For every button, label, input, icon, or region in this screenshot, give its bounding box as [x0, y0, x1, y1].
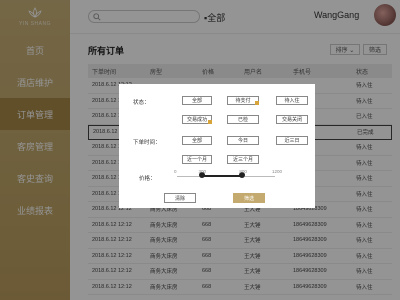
status-option[interactable]: 全部	[182, 96, 212, 105]
time-option[interactable]: 全部	[182, 136, 212, 145]
price-tick-label: 300	[198, 169, 207, 174]
order-time-label: 下单时间：	[133, 140, 161, 146]
status-option[interactable]: 待入住	[276, 96, 308, 105]
time-option[interactable]: 近三日	[276, 136, 308, 145]
filter-modal: 状态： 下单时间： 价格： 清除 筛选 全部 待支付 待入住 交易成功 已检 交易关闭 全部…	[119, 84, 315, 208]
clear-button[interactable]: 清除	[164, 193, 196, 203]
status-option[interactable]: 已检	[227, 115, 259, 124]
status-option[interactable]: 待支付	[227, 96, 259, 105]
price-tick-label: 0	[174, 169, 177, 174]
confirm-filter-button[interactable]: 筛选	[233, 193, 265, 203]
status-option[interactable]: 交易关闭	[276, 115, 308, 124]
price-slider-range	[201, 175, 243, 177]
price-tick-label: 800	[239, 169, 247, 174]
time-option[interactable]: 近三个月	[227, 155, 259, 164]
time-option[interactable]: 近一个月	[182, 155, 212, 164]
status-option[interactable]: 交易成功	[182, 115, 212, 124]
status-label: 状态：	[133, 100, 150, 106]
price-tick-label: 1200	[272, 169, 283, 174]
price-label: 价格：	[139, 176, 156, 182]
time-option[interactable]: 今日	[227, 136, 259, 145]
